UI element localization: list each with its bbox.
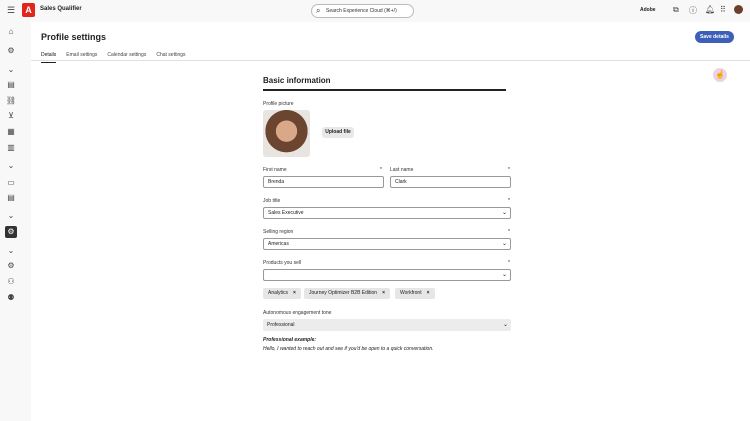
- users-icon[interactable]: ⚇: [5, 276, 17, 288]
- remove-tag-icon[interactable]: ×: [293, 290, 296, 296]
- user-avatar[interactable]: [734, 5, 743, 14]
- search-placeholder: Search Experience Cloud (⌘+/): [326, 8, 397, 14]
- example-text: Hello, I wanted to reach out and see if …: [263, 346, 434, 352]
- region-value: Americas: [268, 241, 289, 247]
- apps-grid-icon[interactable]: ⠿: [720, 5, 726, 14]
- home-icon[interactable]: ⌂: [5, 26, 17, 38]
- profile-settings-icon[interactable]: ⚙: [5, 226, 17, 238]
- report-icon[interactable]: ▥: [5, 142, 17, 154]
- profile-picture-label: Profile picture: [263, 101, 294, 107]
- search-icon: ⌕: [316, 6, 321, 15]
- document-icon[interactable]: ▤: [5, 192, 17, 204]
- chevron-down-icon: ⌄: [501, 272, 507, 278]
- job-title-select[interactable]: Sales Executive ⌄: [263, 207, 511, 219]
- remove-tag-icon[interactable]: ×: [427, 290, 430, 296]
- product-tag: Analytics ×: [263, 288, 301, 299]
- last-name-field[interactable]: Clark: [390, 176, 511, 188]
- chevron-down-icon[interactable]: ⌄: [5, 245, 17, 257]
- list-icon[interactable]: ▤: [5, 79, 17, 91]
- chevron-down-icon[interactable]: ⌄: [5, 64, 17, 76]
- help-icon[interactable]: ⓘ: [689, 5, 697, 16]
- job-title-label: Job title: [263, 198, 281, 204]
- region-label: Selling region: [263, 229, 294, 235]
- chevron-down-icon: ⌄: [502, 322, 508, 328]
- adobe-logo[interactable]: A: [22, 3, 35, 17]
- remove-tag-icon[interactable]: ×: [382, 290, 385, 296]
- tab-chat-settings[interactable]: Chat settings: [156, 52, 185, 63]
- agents-icon[interactable]: ⚙: [5, 45, 17, 57]
- products-label: Products you sell: [263, 260, 302, 266]
- user-settings-icon[interactable]: ⚉: [5, 292, 17, 304]
- app-name: Sales Qualifier: [40, 6, 82, 12]
- table-icon[interactable]: ▦: [5, 126, 17, 138]
- sidebar: ⌂ ⚙ ⌄ ▤ ⛓ ⊻ ▦ ▥ ⌄ ▭ ▤ ⌄ ⚙ ⌄ ⚙ ⚇ ⚉: [0, 22, 22, 421]
- org-switcher[interactable]: Adobe: [640, 7, 656, 13]
- tone-value: Professional: [267, 322, 295, 328]
- feedback-icon[interactable]: ⧉: [673, 5, 679, 15]
- chevron-down-icon[interactable]: ⌄: [5, 160, 17, 172]
- basic-info-form: Basic information Profile picture Upload…: [263, 76, 511, 352]
- inbox-icon[interactable]: ⊻: [5, 110, 17, 122]
- save-details-button[interactable]: Save details: [695, 31, 734, 43]
- last-name-label: Last name: [390, 167, 414, 173]
- section-heading: Basic information: [263, 76, 506, 91]
- example-title: Professional example:: [263, 337, 317, 343]
- required-mark: *: [508, 198, 510, 204]
- required-mark: *: [380, 167, 382, 173]
- tab-email-settings[interactable]: Email settings: [66, 52, 97, 63]
- tab-details[interactable]: Details: [41, 52, 57, 63]
- product-tag: Journey Optimizer B2B Edition ×: [304, 288, 391, 299]
- products-select[interactable]: ⌄: [263, 269, 511, 281]
- required-mark: *: [508, 260, 510, 266]
- page-title: Profile settings: [41, 32, 107, 42]
- tab-bar: Details Email settings Calendar settings…: [41, 52, 186, 63]
- divider: [31, 60, 750, 61]
- main-content: Profile settings Save details Details Em…: [31, 22, 750, 421]
- region-select[interactable]: Americas ⌄: [263, 238, 511, 250]
- tone-label: Autonomous engagement tone: [263, 310, 332, 316]
- tab-calendar-settings[interactable]: Calendar settings: [107, 52, 146, 63]
- card-icon[interactable]: ▭: [5, 177, 17, 189]
- job-title-value: Sales Executive: [268, 210, 304, 216]
- required-mark: *: [508, 167, 510, 173]
- product-tag: Workfront ×: [395, 288, 435, 299]
- menu-icon[interactable]: ☰: [7, 5, 15, 16]
- search-input[interactable]: ⌕ Search Experience Cloud (⌘+/): [311, 4, 414, 18]
- tag-label: Analytics: [268, 290, 289, 296]
- settings-icon[interactable]: ⚙: [5, 260, 17, 272]
- first-name-field[interactable]: Brenda: [263, 176, 384, 188]
- tone-select[interactable]: Professional ⌄: [263, 319, 511, 331]
- required-mark: *: [508, 229, 510, 235]
- bell-icon[interactable]: 🔔︎: [705, 5, 715, 14]
- profile-picture: [263, 110, 310, 157]
- pointer-hand-icon: ☝: [713, 68, 727, 82]
- link-icon[interactable]: ⛓: [5, 95, 17, 107]
- upload-file-button[interactable]: Upload file: [322, 127, 354, 138]
- chevron-down-icon[interactable]: ⌄: [5, 210, 17, 222]
- tag-label: Journey Optimizer B2B Edition: [309, 290, 378, 296]
- top-bar: ☰ A Sales Qualifier ⌕ Search Experience C…: [0, 0, 750, 22]
- first-name-label: First name: [263, 167, 287, 173]
- chevron-down-icon: ⌄: [501, 241, 507, 247]
- chevron-down-icon: ⌄: [501, 210, 507, 216]
- tag-label: Workfront: [400, 290, 422, 296]
